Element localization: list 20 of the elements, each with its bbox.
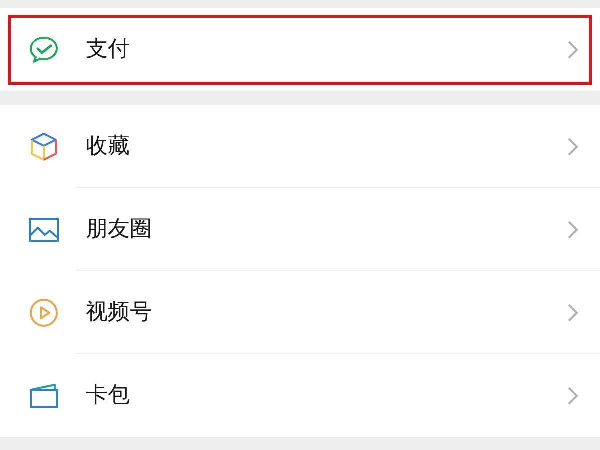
menu-item[interactable]: 视频号 (8, 278, 592, 348)
menu-item[interactable]: 收藏 (8, 112, 592, 182)
menu-item[interactable]: 支付 (8, 14, 592, 84)
chevron-right-icon (567, 40, 579, 60)
wallet-icon (28, 382, 60, 410)
chevron-right-icon (567, 386, 579, 406)
landscape-icon (28, 216, 60, 244)
chevron-right-icon (567, 302, 579, 322)
cube-icon (28, 130, 60, 162)
chat-check-icon (28, 34, 60, 64)
play-icon (28, 296, 60, 328)
menu-item[interactable]: 朋友圈 (8, 194, 592, 264)
menu-label: 视频号 (86, 299, 153, 327)
menu-label: 卡包 (86, 382, 131, 410)
chevron-right-icon (567, 136, 579, 156)
menu-label: 朋友圈 (86, 216, 153, 244)
menu-item[interactable]: 卡包 (8, 360, 592, 430)
menu-label: 支付 (86, 36, 131, 64)
chevron-right-icon (567, 220, 579, 240)
menu-label: 收藏 (86, 133, 131, 161)
